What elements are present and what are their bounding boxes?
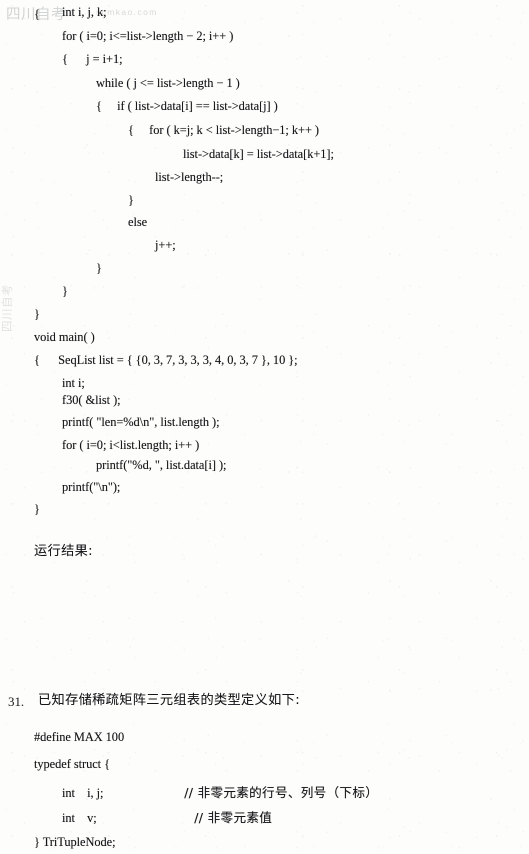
result-label: 运行结果: (34, 544, 93, 559)
code-line-c8: list->data[k] = list->data[k+1]; (183, 147, 334, 161)
code-line-c23: printf("\n"); (62, 480, 121, 494)
watermark-side-vertical: 四川自考 (0, 284, 14, 332)
code-line-c13: } (96, 261, 102, 275)
code-line-c7: { for ( k=j; k < list->length−1; k++ ) (128, 123, 320, 137)
code-line-c11: else (128, 215, 148, 229)
code-line-c18: int i; (62, 376, 85, 390)
code-line-c15: } (34, 307, 40, 321)
question-number: 31. (8, 694, 25, 709)
code-line-c24: } (34, 502, 40, 516)
struct-line-q4: int v; // 非零元素值 (62, 811, 272, 825)
code-line-c20: printf( "len=%d\n", list.length ); (62, 415, 220, 429)
code-line-c4: { j = i+1; (62, 52, 123, 66)
struct-line-q1: #define MAX 100 (34, 730, 125, 744)
question-prompt: 已知存储稀疏矩阵三元组表的类型定义如下: (38, 693, 301, 708)
code-line-c12: j++; (155, 238, 176, 252)
code-line-c19: f30( &list ); (62, 393, 121, 407)
struct-field-decl: int v; (62, 811, 97, 825)
struct-field-comment: // 非零元素值 (194, 810, 273, 825)
struct-field-decl: int i, j; (62, 786, 104, 800)
code-line-c2: int i, j, k; (62, 5, 107, 19)
code-line-c9: list->length--; (155, 170, 224, 184)
code-line-c10: } (128, 193, 134, 207)
code-line-c5: while ( j <= list->length − 1 ) (96, 76, 240, 90)
code-line-c14: } (62, 284, 68, 298)
code-line-c22: printf("%d, ", list.data[i] ); (96, 458, 227, 472)
code-line-c1: { (34, 7, 40, 21)
struct-line-q5: } TriTupleNode; (34, 835, 116, 849)
code-line-c17: { SeqList list = { {0, 3, 7, 3, 3, 3, 4,… (34, 353, 298, 367)
struct-field-comment: // 非零元素的行号、列号（下标） (184, 785, 379, 800)
struct-line-q3: int i, j; // 非零元素的行号、列号（下标） (62, 786, 378, 800)
code-line-c3: for ( i=0; i<=list->length − 2; i++ ) (62, 29, 234, 43)
code-line-c16: void main( ) (34, 330, 95, 344)
scanned-page: 四川自考 scmkao.com 四川自考 {int i, j, k; for ( … (0, 0, 529, 854)
code-line-c21: for ( i=0; i<list.length; i++ ) (62, 438, 200, 452)
code-line-c6: { if ( list->data[i] == list->data[j] ) (96, 99, 278, 113)
struct-line-q2: typedef struct { (34, 757, 111, 771)
